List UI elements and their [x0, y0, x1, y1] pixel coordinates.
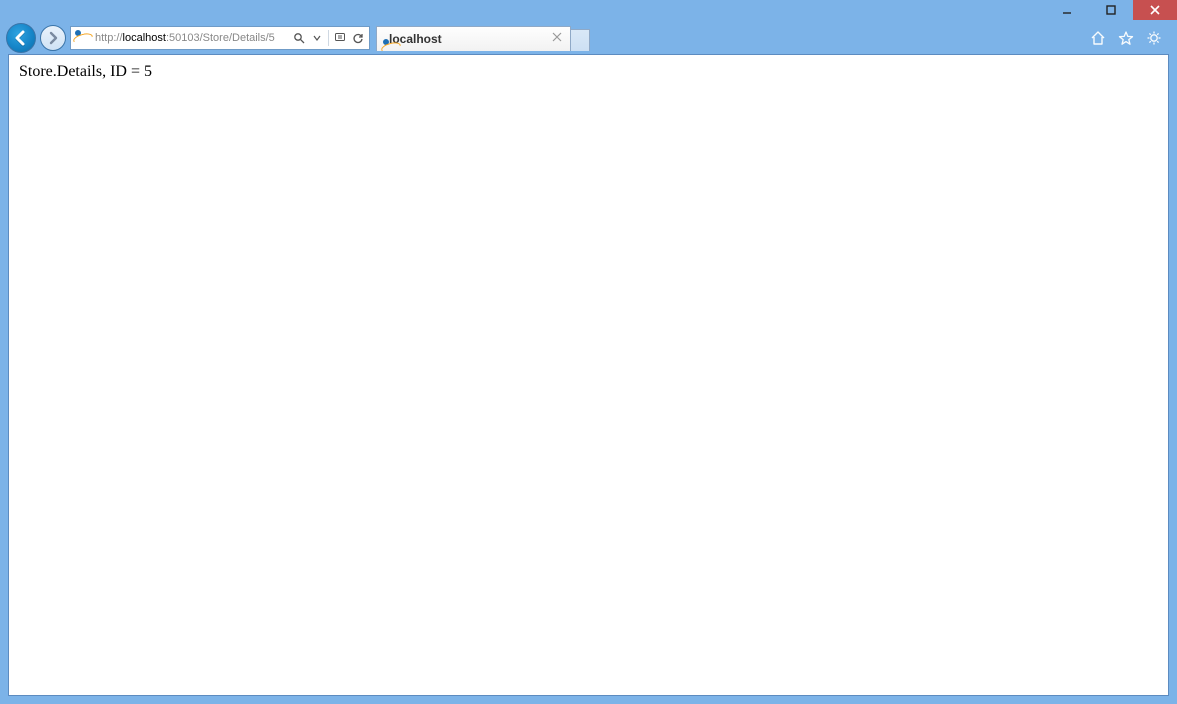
title-bar [0, 0, 1177, 22]
minimize-button[interactable] [1045, 0, 1089, 20]
new-tab-button[interactable] [570, 29, 590, 51]
favorites-icon[interactable] [1117, 29, 1135, 47]
forward-button[interactable] [40, 25, 66, 51]
dropdown-icon[interactable] [310, 31, 324, 45]
tab-active[interactable]: localhost [376, 26, 571, 51]
refresh-icon[interactable] [351, 31, 365, 45]
browser-window: http://localhost:50103/Store/Details/5 [0, 0, 1177, 704]
tab-strip: localhost [376, 25, 590, 51]
url-prefix: http:// [95, 32, 123, 44]
url-rest: :50103/Store/Details/5 [166, 32, 275, 44]
browser-menu-icons [1089, 29, 1171, 47]
home-icon[interactable] [1089, 29, 1107, 47]
search-icon[interactable] [292, 31, 306, 45]
page-body-text: Store.Details, ID = 5 [19, 63, 152, 80]
page-viewport: Store.Details, ID = 5 [8, 54, 1169, 696]
address-bar[interactable]: http://localhost:50103/Store/Details/5 [70, 26, 370, 50]
url-host: localhost [123, 32, 166, 44]
ie-icon [75, 30, 91, 46]
url-text: http://localhost:50103/Store/Details/5 [95, 27, 288, 49]
toolbar: http://localhost:50103/Store/Details/5 [0, 22, 1177, 54]
maximize-button[interactable] [1089, 0, 1133, 20]
compatibility-icon[interactable] [333, 31, 347, 45]
tab-close-button[interactable] [550, 32, 564, 46]
separator [328, 30, 329, 46]
close-button[interactable] [1133, 0, 1177, 20]
tools-icon[interactable] [1145, 29, 1163, 47]
address-bar-controls [288, 27, 369, 49]
window-controls [1045, 0, 1177, 20]
back-button[interactable] [6, 23, 36, 53]
